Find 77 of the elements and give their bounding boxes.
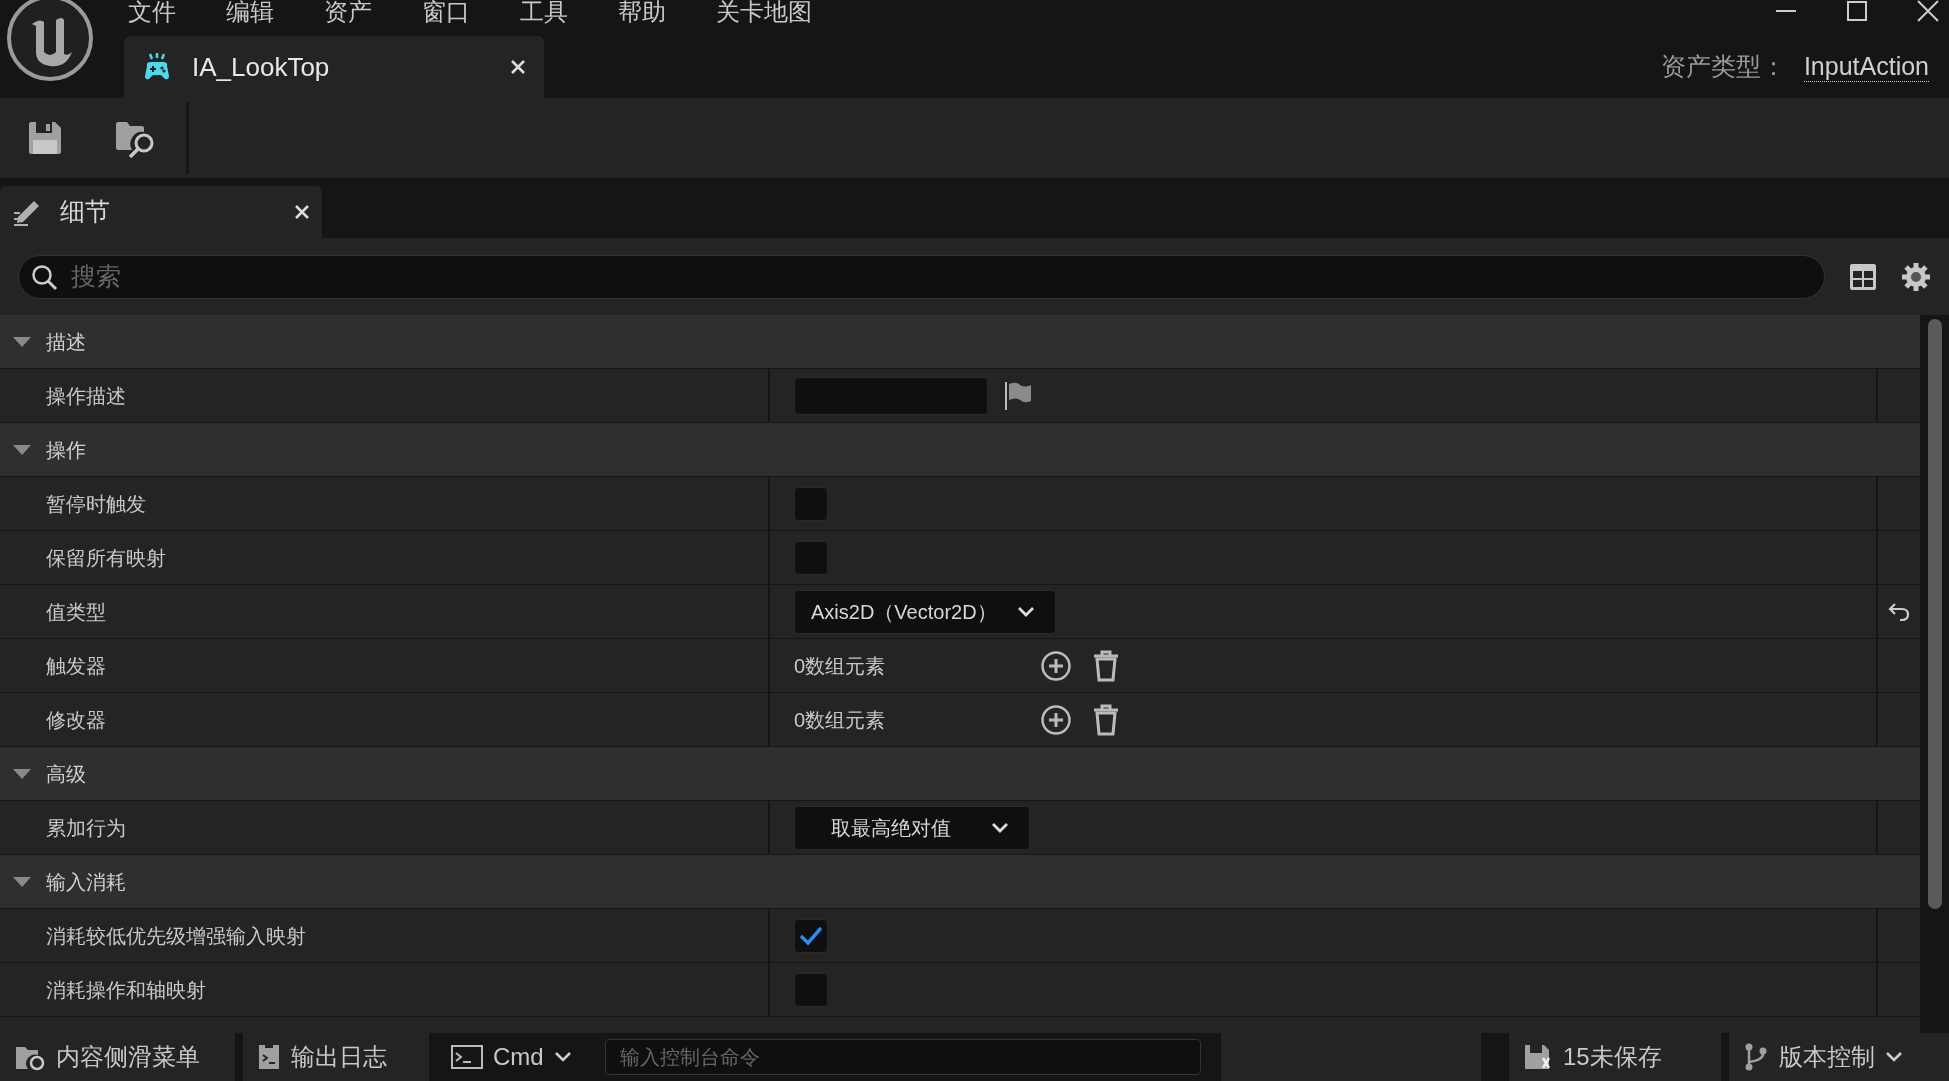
- checkbox[interactable]: [794, 972, 828, 1007]
- menu-item[interactable]: 编辑: [226, 0, 274, 30]
- plus-icon: [1040, 703, 1072, 736]
- log-icon: [257, 1043, 281, 1071]
- property-label: 累加行为: [46, 815, 126, 841]
- text-field[interactable]: [794, 376, 988, 415]
- caret-icon: [1885, 1051, 1903, 1063]
- minimize-icon: [1775, 10, 1797, 12]
- trash-icon: [1092, 703, 1120, 736]
- array-count: 0数组元素: [794, 707, 887, 733]
- add-button[interactable]: [1040, 703, 1072, 736]
- property-label: 触发器: [46, 653, 106, 679]
- delete-button[interactable]: [1092, 649, 1120, 682]
- delete-button[interactable]: [1092, 703, 1120, 736]
- tab-title: IA_LookTop: [192, 50, 331, 84]
- close-icon: [510, 59, 526, 75]
- save-icon: [1523, 1042, 1553, 1072]
- output-log-button[interactable]: 输出日志: [243, 1033, 429, 1081]
- menu-item[interactable]: 资产: [324, 0, 372, 30]
- scrollbar-thumb[interactable]: [1927, 319, 1942, 909]
- undo-icon: [1887, 601, 1911, 622]
- search-field[interactable]: 搜索: [18, 254, 1825, 299]
- asset-type-link[interactable]: InputAction: [1803, 51, 1929, 83]
- flag-icon: [1004, 380, 1032, 411]
- property-label: 修改器: [46, 707, 106, 733]
- section-header[interactable]: 描述: [0, 315, 1920, 369]
- property-label: 保留所有映射: [46, 545, 166, 571]
- caret-icon: [991, 821, 1009, 834]
- content-drawer-button[interactable]: 内容侧滑菜单: [0, 1033, 235, 1081]
- table-view-icon: [1849, 262, 1877, 291]
- triangle-icon: [12, 335, 32, 348]
- checkbox[interactable]: [794, 540, 828, 575]
- checkbox[interactable]: [794, 918, 828, 953]
- add-button[interactable]: [1040, 649, 1072, 682]
- dropdown[interactable]: 取最高绝对值: [794, 805, 1030, 850]
- property-label: 消耗较低优先级增强输入映射: [46, 923, 306, 949]
- plus-icon: [1040, 649, 1072, 682]
- unsaved-button[interactable]: 15未保存: [1509, 1033, 1721, 1081]
- array-count: 0数组元素: [794, 653, 887, 679]
- menu-item[interactable]: 关卡地图: [716, 0, 812, 30]
- caret-icon: [553, 1051, 572, 1063]
- asset-type-label: 资产类型：: [1660, 51, 1786, 82]
- details-tab[interactable]: 细节: [0, 186, 322, 238]
- close-icon: [1917, 0, 1939, 22]
- section-header[interactable]: 操作: [0, 423, 1920, 477]
- gamepad-icon: [142, 52, 172, 82]
- triangle-icon: [12, 767, 32, 780]
- search-icon: [30, 262, 58, 291]
- caret-icon: [1016, 605, 1035, 618]
- property-label: 消耗操作和轴映射: [46, 977, 206, 1003]
- trash-icon: [1092, 649, 1120, 682]
- menu-item[interactable]: 文件: [128, 0, 176, 30]
- console-icon: [451, 1045, 483, 1069]
- menu-item[interactable]: 窗口: [422, 0, 470, 30]
- section-header[interactable]: 高级: [0, 747, 1920, 801]
- close-icon: [294, 204, 310, 220]
- triangle-icon: [12, 443, 32, 456]
- checkmark-icon: [799, 925, 823, 946]
- localize-button[interactable]: [1004, 380, 1032, 411]
- save-icon: [27, 120, 63, 156]
- dropdown[interactable]: Axis2D（Vector2D）: [794, 589, 1056, 634]
- maximize-icon: [1847, 1, 1867, 21]
- property-label: 暂停时触发: [46, 491, 146, 517]
- document-tab[interactable]: IA_LookTop: [124, 36, 544, 98]
- tab-title: 细节: [60, 196, 111, 228]
- property-label: 操作描述: [46, 383, 126, 409]
- console-field[interactable]: 输入控制台命令: [605, 1039, 1201, 1075]
- reset-button[interactable]: [1887, 601, 1911, 622]
- settings-icon: [1901, 261, 1931, 292]
- checkbox[interactable]: [794, 486, 828, 521]
- section-header[interactable]: 输入消耗: [0, 855, 1920, 909]
- menu-item[interactable]: 帮助: [618, 0, 666, 30]
- menu-item[interactable]: 工具: [520, 0, 568, 30]
- source-control-button[interactable]: 版本控制: [1729, 1033, 1949, 1081]
- property-label: 值类型: [46, 599, 106, 625]
- branch-icon: [1743, 1042, 1769, 1072]
- triangle-icon: [12, 875, 32, 888]
